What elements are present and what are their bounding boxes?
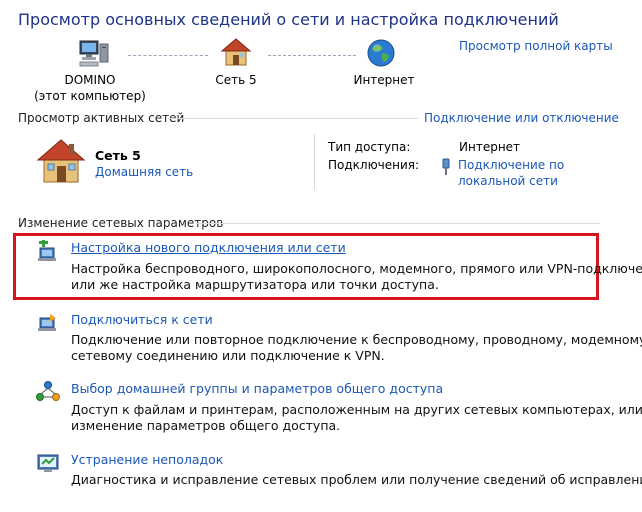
active-networks-vertical-separator	[314, 134, 315, 190]
new-connection-icon	[36, 240, 60, 262]
task-new-connection-link[interactable]: Настройка нового подключения или сети	[71, 240, 346, 255]
globe-icon	[366, 38, 398, 68]
internet-label: Интернет	[353, 73, 415, 87]
full-map-link[interactable]: Просмотр полной карты	[459, 39, 613, 53]
task-connect-link[interactable]: Подключиться к сети	[71, 312, 213, 327]
lan-connection-icon	[441, 158, 451, 176]
home-network-large-icon	[36, 138, 86, 184]
task-homegroup-desc-2: изменение параметров общего доступа.	[71, 418, 341, 433]
task-new-connection-desc-2: или же настройка маршрутизатора или точк…	[71, 277, 439, 292]
map-line-1	[128, 55, 208, 56]
task-new-connection-desc-1: Настройка беспроводного, широкополосного…	[71, 261, 642, 276]
home-network-icon	[220, 37, 252, 67]
connect-disconnect-link[interactable]: Подключение или отключение	[424, 111, 619, 125]
computer-sub: (этот компьютер)	[34, 89, 146, 103]
computer-icon	[78, 38, 110, 68]
page-title: Просмотр основных сведений о сети и наст…	[18, 10, 559, 29]
task-troubleshoot-link[interactable]: Устранение неполадок	[71, 452, 223, 467]
task-troubleshoot-desc-1: Диагностика и исправление сетевых пробле…	[71, 472, 642, 487]
network-type-link[interactable]: Домашняя сеть	[95, 165, 193, 179]
access-type-label: Тип доступа:	[328, 140, 411, 154]
lan-connection-link-line2[interactable]: локальной сети	[458, 174, 558, 188]
active-networks-label: Просмотр активных сетей	[18, 111, 185, 125]
troubleshoot-icon	[36, 452, 60, 474]
task-homegroup-link[interactable]: Выбор домашней группы и параметров общег…	[71, 381, 443, 396]
connections-label: Подключения:	[328, 158, 420, 172]
network-map-name: Сеть 5	[215, 73, 257, 87]
active-network-name: Сеть 5	[95, 148, 141, 163]
change-settings-separator	[196, 223, 600, 224]
task-connect-desc-2: сетевому соединению или подключение к VP…	[71, 348, 385, 363]
connect-to-network-icon	[36, 312, 60, 334]
change-settings-label: Изменение сетевых параметров	[18, 216, 224, 230]
task-connect-desc-1: Подключение или повторное подключение к …	[71, 332, 642, 347]
lan-connection-link-line1[interactable]: Подключение по	[458, 158, 564, 172]
task-homegroup-desc-1: Доступ к файлам и принтерам, расположенн…	[71, 402, 642, 417]
active-networks-separator	[168, 118, 418, 119]
computer-name: DOMINO	[64, 73, 116, 87]
access-type-value: Интернет	[459, 140, 521, 154]
homegroup-icon	[36, 381, 60, 403]
map-line-2	[268, 55, 356, 56]
